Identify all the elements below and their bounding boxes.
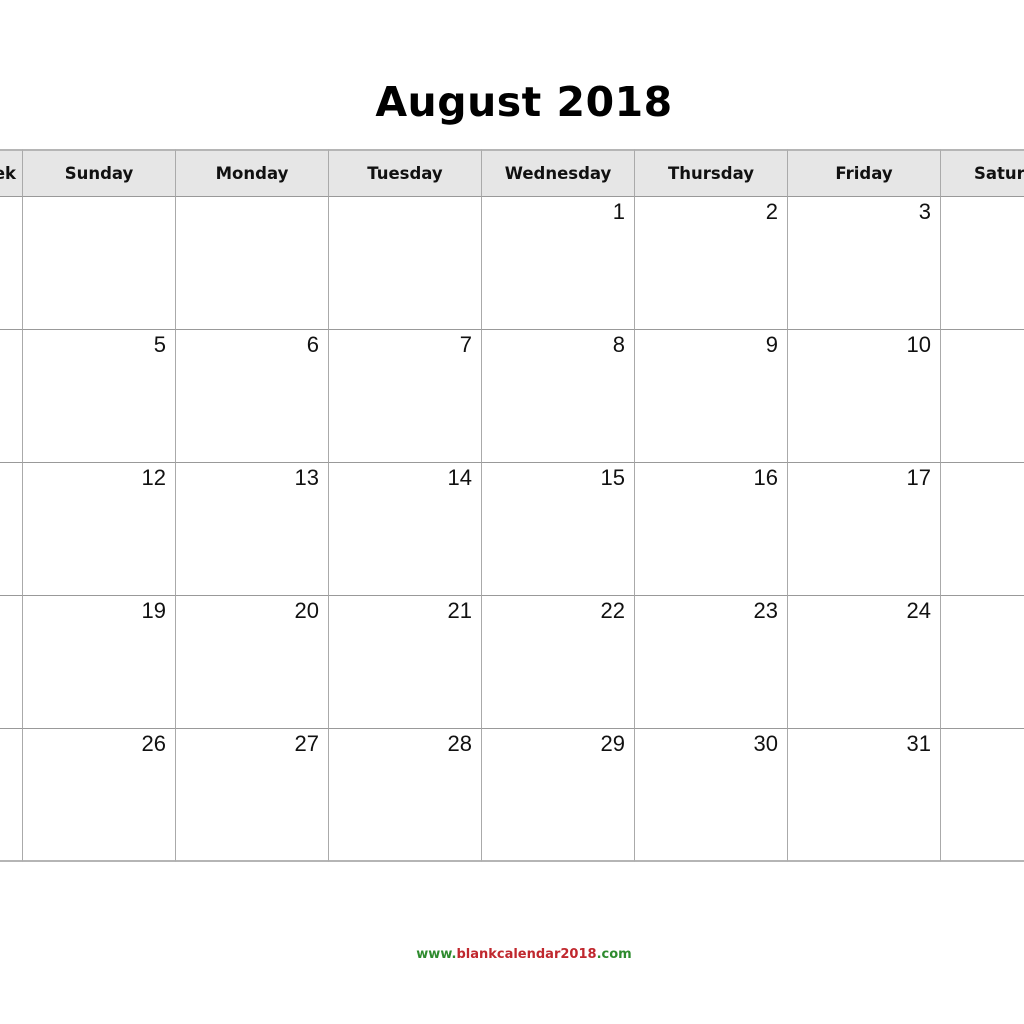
week-row: 12 13 14 15 16 17 18 [0, 463, 1024, 596]
day-cell: 3 [788, 197, 941, 330]
day-cell [329, 197, 482, 330]
day-cell: 1 [482, 197, 635, 330]
day-cell: 15 [482, 463, 635, 596]
weekday-header-row: Week Sunday Monday Tuesday Wednesday Thu… [0, 149, 1024, 197]
day-cell: 21 [329, 596, 482, 729]
day-number: 29 [600, 731, 625, 756]
day-number: 8 [612, 332, 625, 357]
day-cell: 11 [941, 330, 1024, 463]
week-number-cell [0, 463, 23, 596]
week-number-cell [0, 330, 23, 463]
day-number: 14 [447, 465, 472, 490]
day-cell [23, 197, 176, 330]
day-cell: 12 [23, 463, 176, 596]
day-number: 15 [600, 465, 625, 490]
day-number: 31 [906, 731, 931, 756]
week-row: 19 20 21 22 23 24 25 [0, 596, 1024, 729]
day-number: 22 [600, 598, 625, 623]
day-number: 24 [906, 598, 931, 623]
day-number: 23 [753, 598, 778, 623]
header-monday: Monday [176, 149, 329, 197]
day-number: 19 [141, 598, 166, 623]
day-cell: 29 [482, 729, 635, 862]
day-cell: 30 [635, 729, 788, 862]
day-cell: 7 [329, 330, 482, 463]
calendar-grid: Week Sunday Monday Tuesday Wednesday Thu… [0, 149, 1024, 862]
day-number: 26 [141, 731, 166, 756]
week-number-cell [0, 197, 23, 330]
day-cell: 20 [176, 596, 329, 729]
day-number: 17 [906, 465, 931, 490]
header-thursday: Thursday [635, 149, 788, 197]
day-cell: 6 [176, 330, 329, 463]
day-cell: 4 [941, 197, 1024, 330]
day-number: 13 [294, 465, 319, 490]
day-cell: 22 [482, 596, 635, 729]
day-cell: 17 [788, 463, 941, 596]
day-cell: 24 [788, 596, 941, 729]
day-number: 9 [765, 332, 778, 357]
day-cell: 25 [941, 596, 1024, 729]
day-number: 27 [294, 731, 319, 756]
day-number: 6 [306, 332, 319, 357]
day-cell: 9 [635, 330, 788, 463]
week-row: 5 6 7 8 9 10 11 [0, 330, 1024, 463]
footer-domain: blankcalendar2018 [456, 947, 597, 962]
day-number: 5 [153, 332, 166, 357]
day-cell [176, 197, 329, 330]
day-number: 30 [753, 731, 778, 756]
header-sunday: Sunday [23, 149, 176, 197]
day-cell [941, 729, 1024, 862]
day-cell: 5 [23, 330, 176, 463]
header-wednesday: Wednesday [482, 149, 635, 197]
day-cell: 31 [788, 729, 941, 862]
day-number: 3 [918, 199, 931, 224]
week-number-cell [0, 596, 23, 729]
header-friday: Friday [788, 149, 941, 197]
day-cell: 19 [23, 596, 176, 729]
day-cell: 10 [788, 330, 941, 463]
day-cell: 23 [635, 596, 788, 729]
day-number: 28 [447, 731, 472, 756]
day-number: 16 [753, 465, 778, 490]
footer-website[interactable]: www.blankcalendar2018.com [0, 947, 1024, 962]
day-cell: 8 [482, 330, 635, 463]
day-number: 2 [765, 199, 778, 224]
week-row: 1 2 34 [0, 197, 1024, 330]
day-cell: 27 [176, 729, 329, 862]
day-cell: 26 [23, 729, 176, 862]
week-number-cell [0, 729, 23, 862]
header-tuesday: Tuesday [329, 149, 482, 197]
day-number: 1 [612, 199, 625, 224]
day-cell: 16 [635, 463, 788, 596]
day-cell: 28 [329, 729, 482, 862]
day-cell: 18 [941, 463, 1024, 596]
footer-suffix: .com [596, 947, 632, 962]
day-number: 7 [459, 332, 472, 357]
day-number: 21 [447, 598, 472, 623]
day-cell: 13 [176, 463, 329, 596]
day-number: 20 [294, 598, 319, 623]
day-cell: 2 [635, 197, 788, 330]
week-row: 26 27 28 29 30 31 [0, 729, 1024, 862]
calendar-title: August 2018 [375, 78, 673, 126]
header-week: Week [0, 149, 23, 197]
header-saturday: Saturday [941, 149, 1024, 197]
day-cell: 14 [329, 463, 482, 596]
day-number: 10 [906, 332, 931, 357]
day-number: 12 [141, 465, 166, 490]
footer-prefix: www. [416, 947, 457, 962]
